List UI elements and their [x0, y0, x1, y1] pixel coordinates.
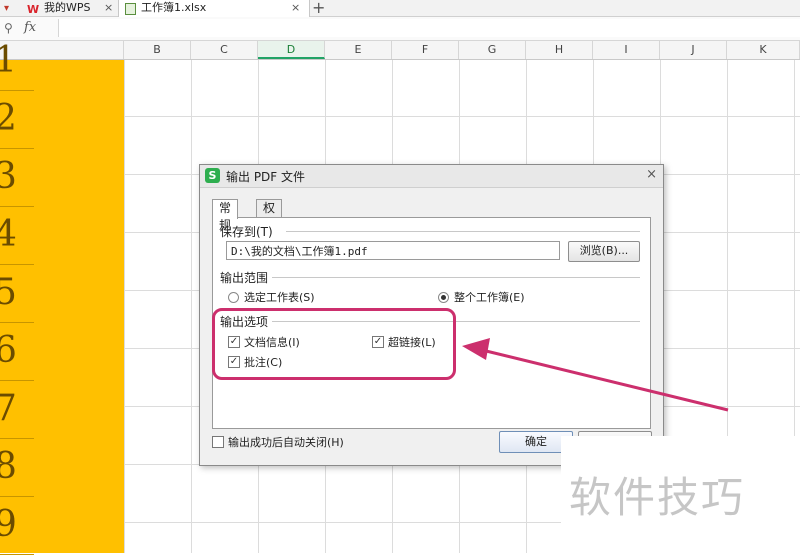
tab-general[interactable]: 常规	[212, 199, 239, 232]
watermark-text: 软件技巧	[569, 473, 746, 522]
